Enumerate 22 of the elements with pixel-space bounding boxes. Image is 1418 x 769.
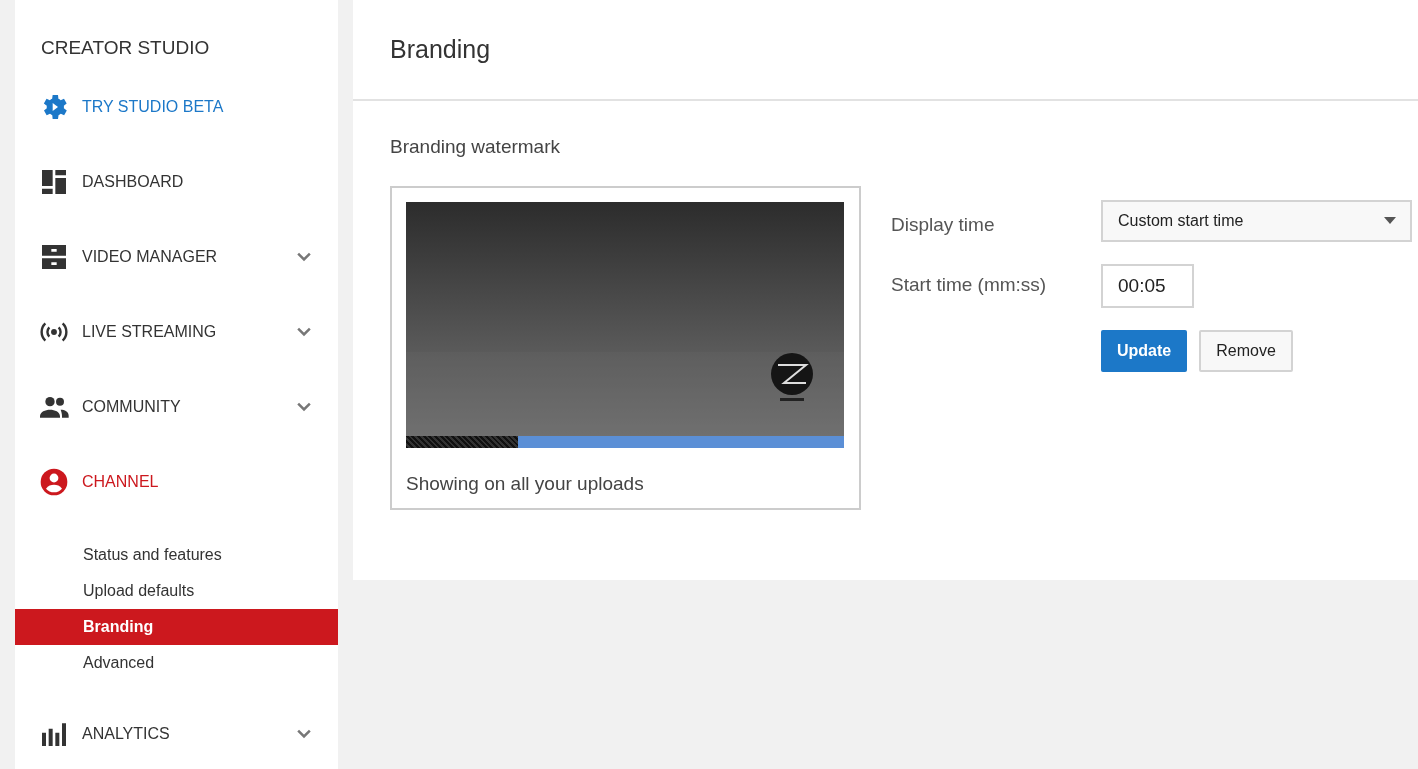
- field-label: Start time (mm:ss): [891, 273, 1048, 298]
- update-button[interactable]: Update: [1101, 329, 1188, 372]
- sidebar-item[interactable]: VIDEO MANAGER: [15, 238, 338, 275]
- field-label: Display time: [891, 213, 996, 238]
- remove-button[interactable]: Remove: [1199, 329, 1293, 372]
- sidebar-item[interactable]: DASHBOARD: [15, 163, 338, 200]
- sidebar-subitem[interactable]: Status and features: [15, 536, 338, 573]
- sidebar-subitem[interactable]: Advanced: [15, 644, 338, 681]
- section-title: Branding watermark: [390, 135, 562, 159]
- sidebar-item[interactable]: COMMUNITY: [15, 388, 338, 425]
- start-time-field[interactable]: 00:05: [1101, 263, 1194, 308]
- sidebar-item[interactable]: ANALYTICS: [15, 715, 338, 752]
- sidebar-item[interactable]: CHANNEL: [15, 463, 338, 500]
- dropdown-caret-icon: [1384, 217, 1396, 224]
- sidebar-title: CREATOR STUDIO: [40, 36, 211, 60]
- display-time-dropdown[interactable]: Custom start time: [1101, 199, 1412, 242]
- sidebar-item[interactable]: LIVE STREAMING: [15, 313, 338, 350]
- sidebar-item[interactable]: TRY STUDIO BETA: [15, 88, 338, 125]
- preview-caption: Showing on all your uploads: [406, 471, 645, 496]
- sidebar-subitem[interactable]: Upload defaults: [15, 572, 338, 609]
- page-title: Branding: [390, 33, 491, 65]
- sidebar-subitem[interactable]: Branding: [15, 608, 338, 645]
